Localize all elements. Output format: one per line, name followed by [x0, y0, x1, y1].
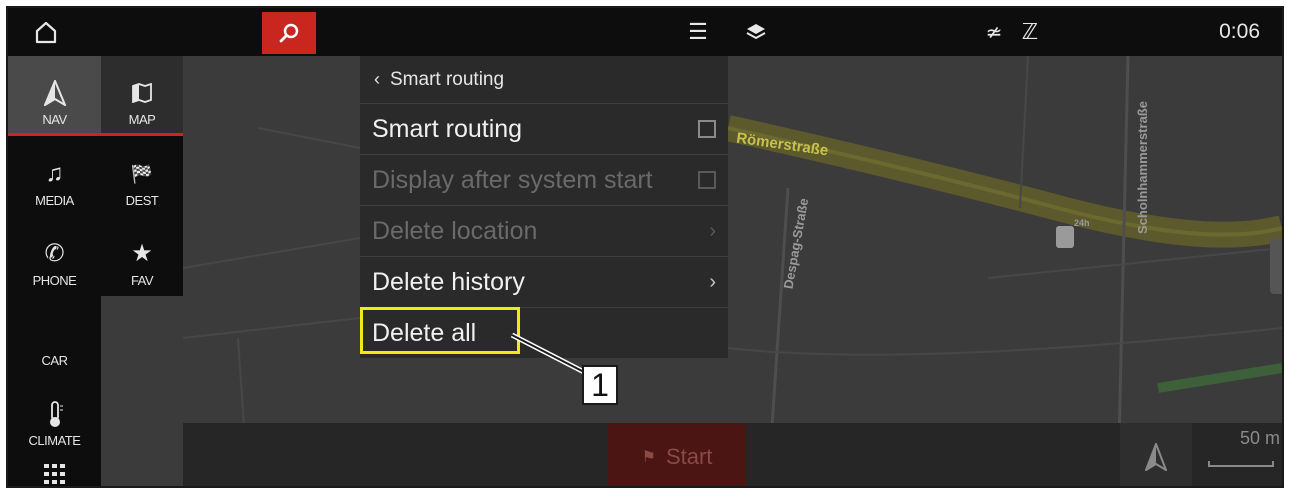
delete-all-highlight	[360, 307, 520, 354]
poi-24h-label: 24h	[1074, 218, 1090, 228]
menu-row-label: Delete location	[372, 216, 538, 245]
menu-row-label: Display after system start	[372, 165, 653, 194]
sidebar-item-label: FAV	[130, 273, 154, 288]
clock: 0:06	[1219, 20, 1260, 43]
menu-row-delete-history[interactable]: Delete history ›	[360, 257, 728, 308]
sidebar-item-car[interactable]: CAR	[8, 296, 101, 376]
display-after-start-checkbox	[698, 171, 716, 189]
no-mobile-data-indicator: ℤ	[1018, 18, 1042, 46]
sidebar-item-label: PHONE	[32, 273, 77, 288]
sidebar-item-phone[interactable]: ✆ PHONE	[8, 216, 101, 296]
nav-sub-sidebar: MAP 🏁 DEST ★ FAV	[101, 56, 183, 296]
sidebar-item-label: MAP	[128, 112, 156, 127]
chevron-right-icon: ›	[709, 270, 716, 293]
home-icon	[35, 21, 57, 44]
smart-routing-checkbox[interactable]	[698, 120, 716, 138]
no-signal-indicator: ≄	[980, 18, 1008, 46]
sidebar-item-fav[interactable]: ★ FAV	[101, 216, 183, 296]
sidebar-item-label: CLIMATE	[28, 433, 81, 448]
sidebar-item-media[interactable]: ♫ MEDIA	[8, 138, 101, 216]
no-signal-icon: ≄	[985, 21, 1003, 44]
sidebar-item-climate[interactable]: CLIMATE	[8, 376, 101, 456]
compass-button[interactable]	[1120, 423, 1192, 486]
menu-row-smart-routing[interactable]: Smart routing	[360, 104, 728, 155]
checkered-flag-icon: ⚑	[641, 448, 656, 466]
sidebar-item-nav[interactable]: NAV	[8, 56, 101, 136]
sidebar-item-label: MEDIA	[35, 193, 74, 208]
apps-grid-icon	[43, 464, 65, 484]
sidebar-item-dest[interactable]: 🏁 DEST	[101, 138, 183, 216]
fuel-station-icon[interactable]	[1056, 226, 1074, 248]
list-icon: ☰	[688, 19, 708, 44]
menu-row-display-after-start: Display after system start	[360, 155, 728, 206]
menu-row-label: Delete history	[372, 267, 525, 296]
callout-number-badge: 1	[582, 365, 618, 405]
map-icon	[131, 80, 153, 106]
chevron-left-icon: ‹	[374, 69, 380, 89]
checkered-flag-icon: 🏁	[130, 164, 154, 184]
infotainment-screen: Römerstraße Despag-Straße Scholnhammerst…	[6, 6, 1284, 488]
sidebar-item-map[interactable]: MAP	[101, 56, 183, 136]
home-button[interactable]	[30, 16, 62, 48]
sidebar-item-label: DEST	[125, 193, 159, 208]
nav-arrow-icon	[43, 80, 66, 106]
street-label-scholnhammer: Scholnhammerstraße	[1134, 101, 1150, 234]
no-mobile-data-icon: ℤ	[1021, 19, 1039, 44]
sidebar-item-apps[interactable]	[8, 456, 101, 486]
menu-row-delete-location: Delete location ›	[360, 206, 728, 257]
search-button[interactable]	[262, 12, 316, 54]
star-icon: ★	[131, 240, 153, 267]
menu-row-label: Smart routing	[372, 114, 523, 143]
thermometer-icon	[47, 401, 63, 427]
sidebar-item-label: CAR	[41, 353, 68, 368]
phone-icon: ✆	[44, 240, 65, 267]
search-icon	[279, 23, 299, 43]
status-bar: ☰ ≄ ℤ 0:06	[8, 8, 1282, 56]
map-layers-button[interactable]	[742, 18, 770, 46]
menu-title: Smart routing	[390, 68, 505, 90]
side-panel-handle[interactable]	[1270, 238, 1282, 294]
chevron-right-icon: ›	[709, 219, 716, 242]
start-navigation-button[interactable]: ⚑ Start	[608, 423, 746, 486]
compass-arrow-icon	[1145, 442, 1167, 471]
sidebar-item-label: NAV	[42, 112, 67, 127]
route-list-button[interactable]: ☰	[680, 18, 716, 46]
menu-back-button[interactable]: ‹ Smart routing	[360, 56, 728, 104]
main-sidebar: NAV ♫ MEDIA ✆ PHONE CAR CLIMATE	[8, 56, 101, 486]
music-note-icon: ♫	[45, 160, 64, 187]
map-scale-bar	[1208, 461, 1274, 467]
start-label: Start	[665, 443, 713, 469]
layers-icon	[746, 24, 766, 40]
